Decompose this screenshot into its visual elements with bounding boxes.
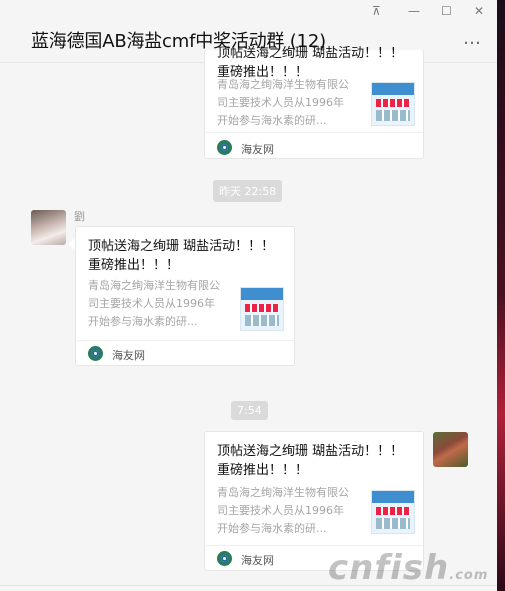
source-logo-icon xyxy=(88,346,103,361)
timestamp-badge: 7:54 xyxy=(231,401,268,420)
card-divider xyxy=(205,545,423,546)
card-source: 海友网 xyxy=(241,143,274,156)
close-icon[interactable]: ✕ xyxy=(474,4,484,18)
maximize-icon[interactable]: ☐ xyxy=(441,4,452,18)
card-description: 青岛海之绚海洋生物有限公司主要技术人员从1996年开始参与海水素的研... xyxy=(217,486,349,535)
card-description: 青岛海之绚海洋生物有限公司主要技术人员从1996年开始参与海水素的研... xyxy=(88,279,220,328)
card-source: 海友网 xyxy=(112,349,145,362)
card-divider xyxy=(76,340,294,341)
source-logo-icon xyxy=(217,551,232,566)
timestamp-badge: 昨天 22:58 xyxy=(213,180,283,202)
link-card-1[interactable]: 顶帖送海之绚珊 瑚盐活动！！！重磅推出！！！ 青岛海之绚海洋生物有限公司主要技术… xyxy=(204,46,424,159)
card-thumbnail xyxy=(240,287,284,331)
site-watermark: cnfish.com xyxy=(328,548,488,588)
card-title: 顶帖送海之绚珊 瑚盐活动！！！重磅推出！！！ xyxy=(88,239,275,273)
more-dots-icon[interactable]: … xyxy=(463,28,483,49)
card-divider xyxy=(205,132,423,133)
avatar[interactable] xyxy=(433,432,468,467)
sender-name: 劉 xyxy=(74,210,85,223)
card-source: 海友网 xyxy=(241,554,274,567)
card-description: 青岛海之绚海洋生物有限公司主要技术人员从1996年开始参与海水素的研... xyxy=(217,78,349,127)
watermark-text: cnfish xyxy=(328,548,450,588)
card-thumbnail xyxy=(371,82,415,126)
source-logo-icon xyxy=(217,140,232,155)
minimize-icon[interactable]: — xyxy=(408,4,420,18)
avatar[interactable] xyxy=(31,210,66,245)
window-edge xyxy=(497,0,505,591)
card-thumbnail xyxy=(371,490,415,534)
watermark-suffix: .com xyxy=(449,568,489,583)
link-card-2[interactable]: 顶帖送海之绚珊 瑚盐活动！！！重磅推出！！！ 青岛海之绚海洋生物有限公司主要技术… xyxy=(75,226,295,366)
card-title: 顶帖送海之绚珊 瑚盐活动！！！重磅推出！！！ xyxy=(217,444,404,478)
pin-icon[interactable]: ⊼ xyxy=(372,4,381,18)
